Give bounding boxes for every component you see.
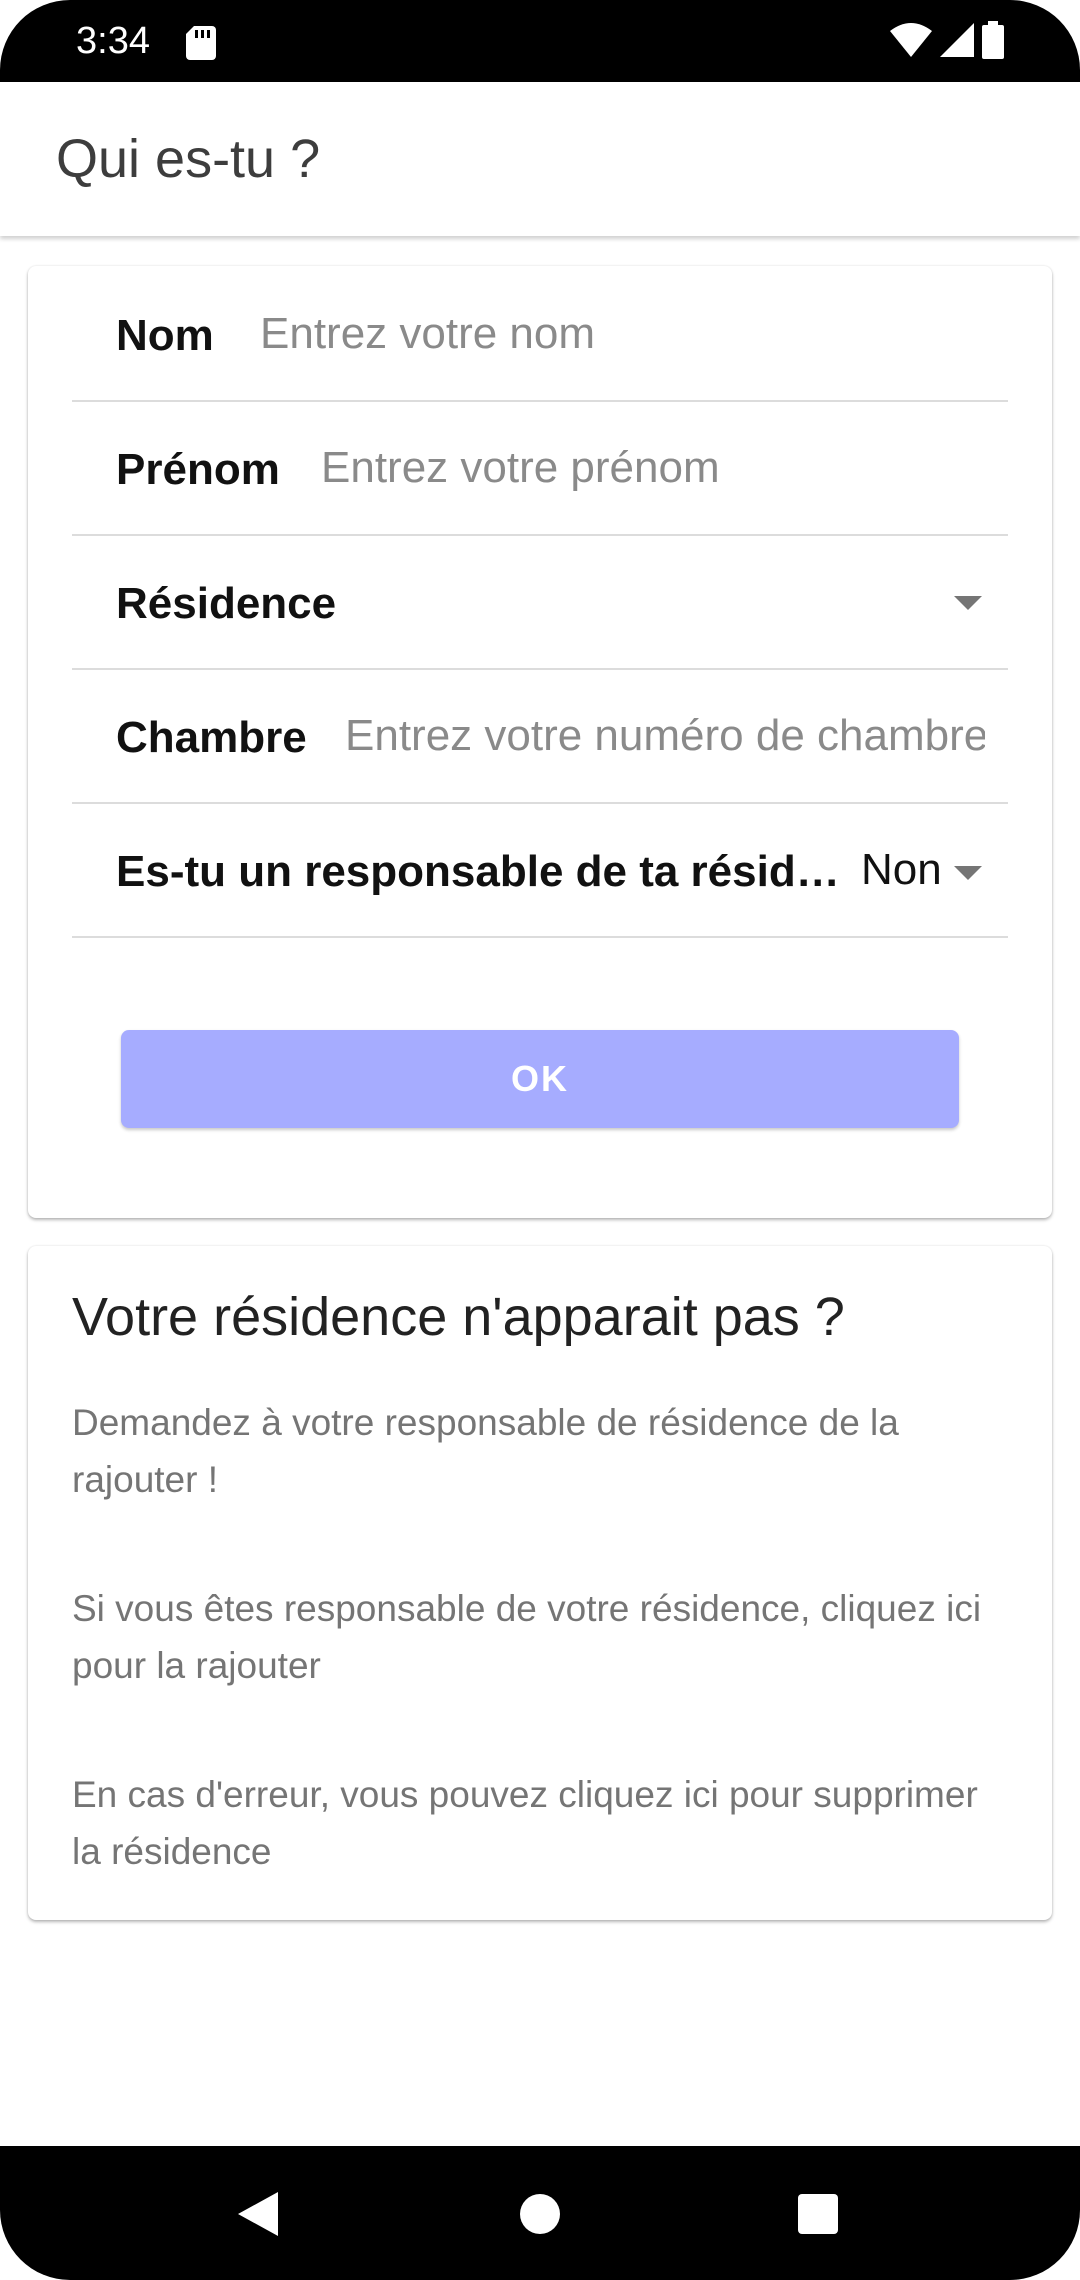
screen: 3:34 Qui es-tu ? Nom Entrez votre nom Pr… [0,0,1080,2280]
navigation-bar [0,2146,1080,2280]
chevron-down-icon [954,866,982,880]
sd-card-icon [186,26,216,60]
missing-residence-card: Votre résidence n'apparait pas ? Demande… [28,1246,1052,1920]
page-title: Qui es-tu ? [56,129,321,189]
info-paragraph-line: En cas d'erreur, vous pouvez cliquez ici… [72,1774,978,1815]
residence-label: Résidence [116,579,337,628]
prenom-row: Prénom [72,400,1008,536]
info-paragraph-line: Si vous êtes responsable de votre réside… [72,1588,982,1629]
info-title: Votre résidence n'apparait pas ? [72,1287,845,1347]
cell-signal-icon [940,22,974,62]
prenom-input[interactable] [321,436,981,500]
nom-label: Nom [116,311,214,360]
app-bar: Qui es-tu ? [0,82,1080,236]
info-paragraph-line: rajouter ! [72,1459,219,1500]
prenom-label: Prénom [116,445,280,494]
residence-select[interactable]: Résidence [72,534,1008,670]
chambre-row: Chambre [72,668,1008,804]
status-time: 3:34 [76,20,150,62]
wifi-icon [890,22,932,62]
back-icon[interactable] [238,2192,278,2236]
add-residence-link[interactable]: Si vous êtes responsable de votre réside… [72,1580,1012,1694]
responsable-select[interactable]: Es-tu un responsable de ta résid… Non [72,802,1008,938]
ok-button[interactable]: OK [121,1030,959,1128]
battery-icon [982,20,1004,64]
delete-residence-link[interactable]: En cas d'erreur, vous pouvez cliquez ici… [72,1766,1012,1880]
status-icons [890,20,1004,64]
nom-input[interactable] [260,302,980,366]
home-icon[interactable] [520,2194,560,2234]
content-area: Nom Prénom Résidence Chambre Es-tu un re… [0,236,1080,2146]
info-paragraph-line: Demandez à votre responsable de résidenc… [72,1402,899,1443]
info-paragraph-line: la résidence [72,1831,272,1872]
recents-icon[interactable] [798,2194,838,2234]
ask-responsable-text: Demandez à votre responsable de résidenc… [72,1394,1012,1508]
nom-row: Nom [72,266,1008,402]
responsable-selected-value: Non [861,845,942,894]
identity-form-card: Nom Prénom Résidence Chambre Es-tu un re… [28,266,1052,1218]
responsable-label: Es-tu un responsable de ta résid… [116,847,840,896]
status-bar: 3:34 [0,0,1080,82]
chevron-down-icon [954,596,982,610]
chambre-label: Chambre [116,713,307,762]
chambre-input[interactable] [345,704,985,768]
info-paragraph-line: pour la rajouter [72,1645,321,1686]
